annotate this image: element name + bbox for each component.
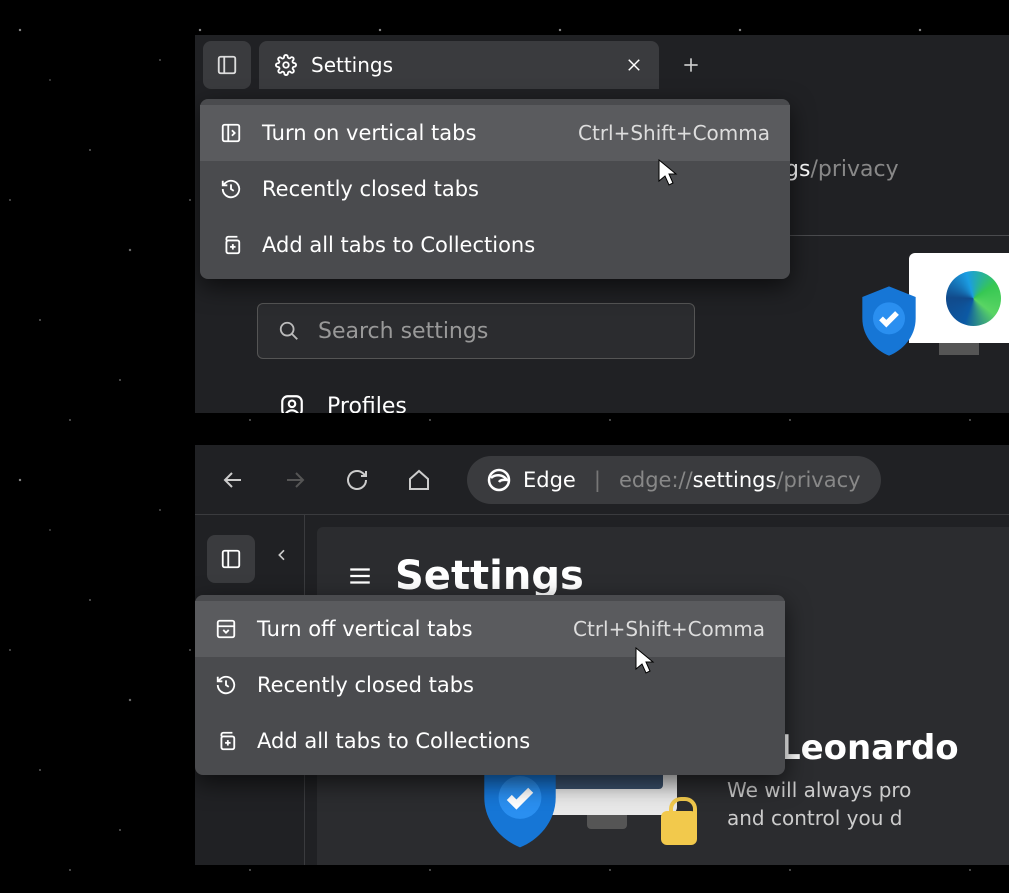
tab-strip: Settings bbox=[195, 35, 1009, 95]
sidebar-item-label: Profiles bbox=[327, 394, 407, 414]
address-brand-label: Edge bbox=[523, 468, 576, 492]
menu-item-label: Recently closed tabs bbox=[257, 673, 474, 697]
address-bar[interactable]: Edge | edge://settings/privacy bbox=[467, 456, 881, 504]
search-settings-input[interactable] bbox=[318, 319, 674, 344]
history-icon bbox=[215, 674, 237, 696]
new-tab-button[interactable] bbox=[667, 41, 715, 89]
menu-item-shortcut: Ctrl+Shift+Comma bbox=[573, 617, 765, 641]
vertical-tabs-icon bbox=[220, 122, 242, 144]
home-button[interactable] bbox=[399, 460, 439, 500]
promo-line: We will always pro bbox=[727, 776, 959, 804]
browser-window-bottom: Edge | edge://settings/privacy Settings bbox=[195, 445, 1009, 865]
menu-item-label: Add all tabs to Collections bbox=[262, 233, 535, 257]
menu-item-label: Turn on vertical tabs bbox=[262, 121, 476, 145]
tab-actions-button[interactable] bbox=[203, 41, 251, 89]
menu-item-shortcut: Ctrl+Shift+Comma bbox=[578, 121, 770, 145]
search-icon bbox=[278, 320, 300, 342]
refresh-button[interactable] bbox=[337, 460, 377, 500]
profile-icon bbox=[279, 393, 305, 413]
browser-window-top: Settings ings/privacy bbox=[195, 35, 1009, 413]
content-divider bbox=[775, 235, 1009, 236]
history-icon bbox=[220, 178, 242, 200]
sidebar-item-profiles[interactable]: Profiles bbox=[279, 393, 407, 413]
settings-header: Settings bbox=[347, 553, 979, 599]
forward-button[interactable] bbox=[275, 460, 315, 500]
tab-actions-menu: Turn on vertical tabs Ctrl+Shift+Comma R… bbox=[200, 99, 790, 279]
back-button[interactable] bbox=[213, 460, 253, 500]
edge-brand-icon bbox=[487, 468, 511, 492]
menu-item-recently-closed[interactable]: Recently closed tabs bbox=[200, 161, 790, 217]
collections-add-icon bbox=[215, 730, 237, 752]
close-tab-icon[interactable] bbox=[625, 56, 643, 74]
lock-icon bbox=[661, 811, 697, 845]
privacy-illustration bbox=[859, 253, 1009, 393]
tab-settings[interactable]: Settings bbox=[259, 41, 659, 89]
menu-item-label: Add all tabs to Collections bbox=[257, 729, 530, 753]
shield-check-icon bbox=[857, 283, 921, 359]
menu-item-recently-closed[interactable]: Recently closed tabs bbox=[195, 657, 785, 713]
navigation-toolbar: Edge | edge://settings/privacy bbox=[195, 445, 1009, 515]
collections-add-icon bbox=[220, 234, 242, 256]
vertical-tabs-off-icon bbox=[215, 618, 237, 640]
menu-item-add-collections[interactable]: Add all tabs to Collections bbox=[200, 217, 790, 273]
menu-item-label: Turn off vertical tabs bbox=[257, 617, 473, 641]
hamburger-menu-icon[interactable] bbox=[347, 563, 373, 589]
menu-item-label: Recently closed tabs bbox=[262, 177, 479, 201]
menu-item-vertical-tabs[interactable]: Turn on vertical tabs Ctrl+Shift+Comma bbox=[200, 105, 790, 161]
tab-title: Settings bbox=[311, 53, 393, 77]
gear-icon bbox=[275, 54, 297, 76]
collapse-sidebar-icon[interactable] bbox=[274, 547, 290, 563]
tab-actions-menu: Turn off vertical tabs Ctrl+Shift+Comma … bbox=[195, 595, 785, 775]
address-separator: | bbox=[594, 468, 601, 492]
search-settings-field[interactable] bbox=[257, 303, 695, 359]
tab-actions-button[interactable] bbox=[207, 535, 255, 583]
edge-logo-icon bbox=[946, 271, 1001, 326]
promo-line: and control you d bbox=[727, 804, 959, 832]
page-title: Settings bbox=[395, 553, 584, 599]
menu-item-add-collections[interactable]: Add all tabs to Collections bbox=[195, 713, 785, 769]
menu-item-vertical-tabs-off[interactable]: Turn off vertical tabs Ctrl+Shift+Comma bbox=[195, 601, 785, 657]
address-url: edge://settings/privacy bbox=[619, 468, 861, 492]
